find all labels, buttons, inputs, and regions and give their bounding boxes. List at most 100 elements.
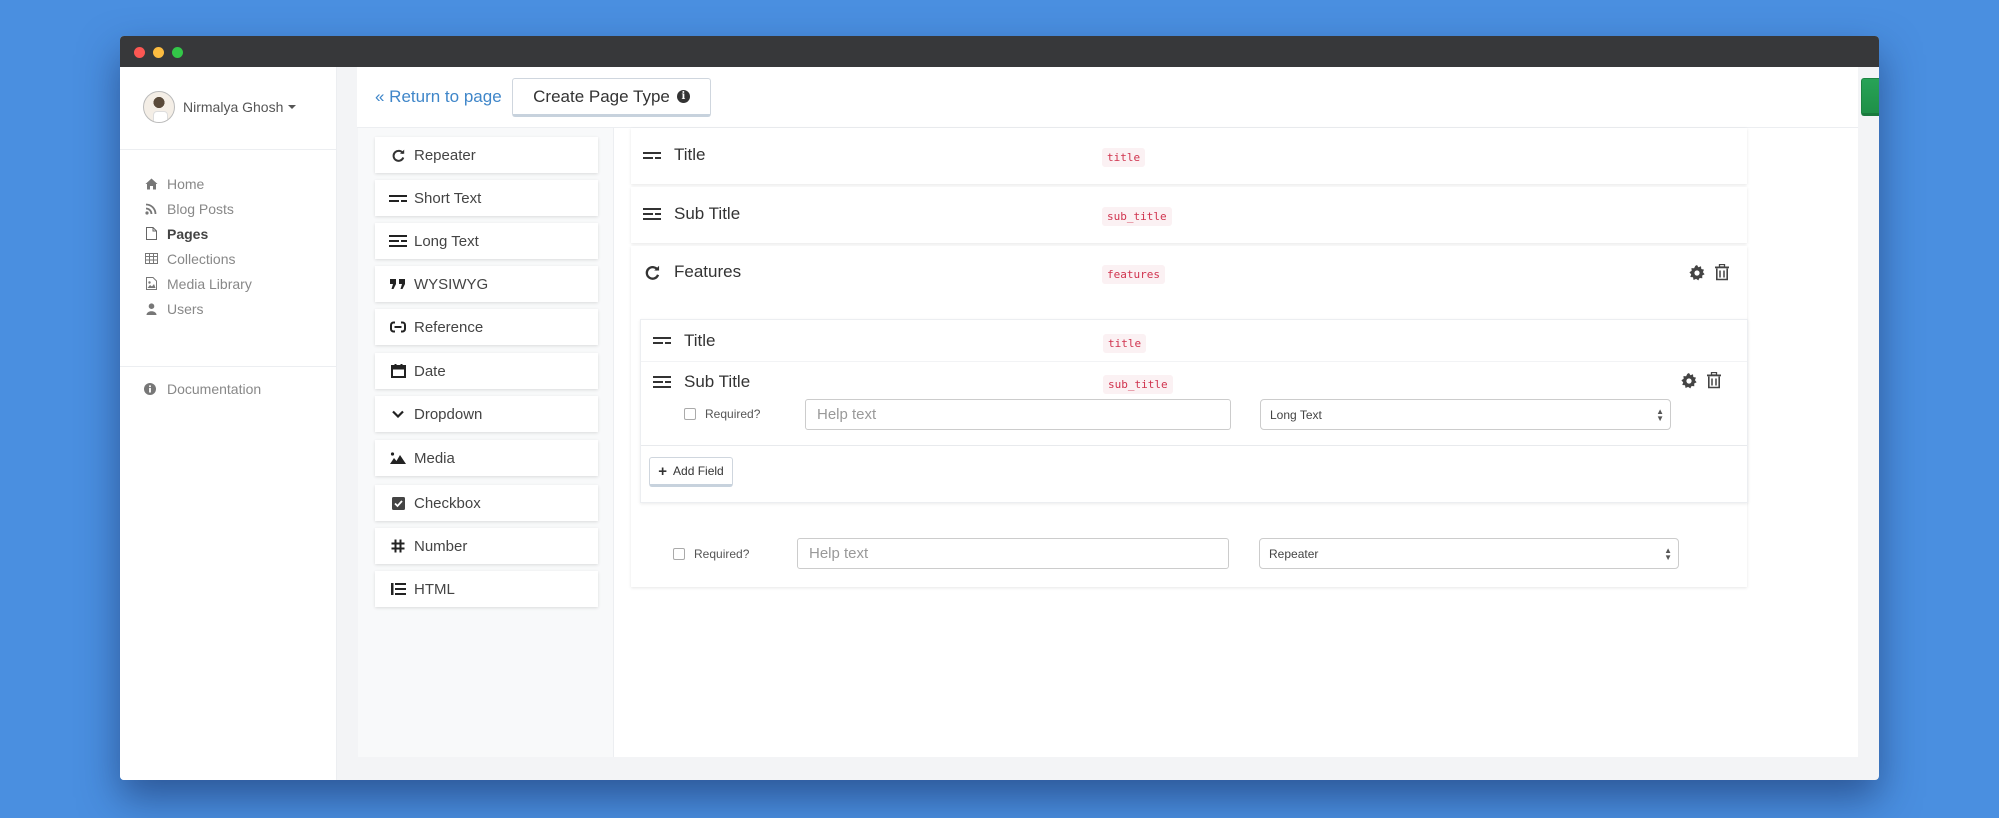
palette-item-label: Dropdown (414, 405, 483, 423)
palette-item-date[interactable]: Date (375, 353, 598, 389)
palette-item-label: Repeater (414, 146, 476, 164)
add-field-label: Add Field (673, 464, 724, 478)
select-arrows-icon: ▲ ▼ (1664, 546, 1672, 562)
required-checkbox[interactable]: Required? (673, 547, 749, 561)
sidebar-item-label: Media Library (167, 275, 252, 292)
user-menu[interactable]: Nirmalya Ghosh (143, 91, 297, 123)
table-icon (144, 252, 158, 266)
subfield-label: Title (684, 331, 716, 350)
page-header: « Return to page Create Page Type i Save (357, 67, 1879, 128)
field-label: Features (674, 262, 742, 281)
field-row[interactable]: Title title (631, 128, 1747, 184)
short-text-icon (653, 336, 671, 345)
help-text-placeholder: Help text (809, 545, 869, 562)
link-icon (389, 321, 407, 333)
subfield-row[interactable]: Title title (641, 320, 1747, 362)
repeat-icon (643, 265, 661, 280)
sidebar-item-blog-posts[interactable]: Blog Posts (144, 196, 252, 221)
chevron-down-icon (389, 410, 407, 418)
sidebar-item-collections[interactable]: Collections (144, 246, 252, 271)
save-button[interactable]: Save (1861, 78, 1879, 116)
repeat-icon (389, 149, 407, 162)
checkbox[interactable] (684, 408, 696, 420)
field-row[interactable]: Sub Title sub_title (631, 187, 1747, 243)
image-file-icon (144, 277, 158, 291)
calendar-icon (389, 364, 407, 378)
home-icon (144, 177, 158, 191)
field-type-select[interactable]: Repeater ▲ ▼ (1259, 538, 1679, 569)
close-window-button[interactable] (134, 47, 145, 58)
short-text-icon (389, 194, 407, 203)
palette-item-label: Reference (414, 318, 484, 336)
field-type-value: Repeater (1269, 546, 1319, 561)
divider (120, 149, 336, 150)
documentation-label: Documentation (167, 381, 262, 397)
minimize-window-button[interactable] (153, 47, 164, 58)
palette-item-reference[interactable]: Reference (375, 309, 598, 345)
sidebar-item-documentation[interactable]: Documentation (144, 381, 261, 397)
palette-item-checkbox[interactable]: Checkbox (375, 485, 598, 521)
repeater-subfields: Title title Sub Title sub_title Required… (640, 319, 1748, 503)
field-type-palette: Repeater Short Text Long Text WYSIWYG Re… (358, 128, 614, 757)
maximize-window-button[interactable] (172, 47, 183, 58)
palette-item-html[interactable]: HTML (375, 571, 598, 607)
help-text-placeholder: Help text (817, 406, 877, 423)
field-actions (1689, 264, 1729, 281)
palette-item-label: Checkbox (414, 494, 481, 512)
avatar (143, 91, 175, 123)
help-text-input[interactable]: Help text (805, 399, 1231, 430)
user-name: Nirmalya Ghosh (183, 99, 284, 115)
sidebar: Nirmalya Ghosh Home Blog Posts Pages Col… (120, 67, 337, 780)
trash-icon[interactable] (1707, 372, 1721, 389)
return-to-page-link[interactable]: « Return to page (375, 87, 502, 107)
list-icon (389, 583, 407, 595)
user-icon (144, 302, 158, 316)
divider (120, 366, 336, 367)
field-key-badge: sub_title (1103, 375, 1173, 394)
palette-item-label: Media (414, 449, 455, 467)
help-text-input[interactable]: Help text (797, 538, 1229, 569)
checkbox[interactable] (673, 548, 685, 560)
app-window: Nirmalya Ghosh Home Blog Posts Pages Col… (120, 36, 1879, 780)
field-label: Sub Title (674, 204, 741, 223)
trash-icon[interactable] (1715, 264, 1729, 281)
palette-item-label: Date (414, 362, 446, 380)
sidebar-item-home[interactable]: Home (144, 171, 252, 196)
palette-item-long-text[interactable]: Long Text (375, 223, 598, 259)
checkbox-icon (389, 496, 407, 510)
long-text-icon (389, 235, 407, 247)
page-type-editor: Repeater Short Text Long Text WYSIWYG Re… (358, 128, 1858, 757)
create-page-type-label: Create Page Type (533, 86, 670, 106)
palette-item-label: Long Text (414, 232, 479, 250)
title-bar (120, 36, 1879, 67)
sidebar-item-label: Home (167, 175, 205, 192)
sidebar-item-users[interactable]: Users (144, 296, 252, 321)
quote-icon (389, 279, 407, 289)
field-label: Title (674, 145, 706, 164)
required-label: Required? (705, 407, 761, 421)
required-checkbox[interactable]: Required? (684, 407, 760, 421)
palette-item-media[interactable]: Media (375, 440, 598, 476)
sidebar-item-pages[interactable]: Pages (144, 221, 252, 246)
field-type-value: Long Text (1270, 407, 1322, 422)
short-text-icon (643, 151, 661, 160)
long-text-icon (643, 208, 661, 220)
long-text-icon (653, 376, 671, 388)
field-key-badge: sub_title (1102, 207, 1172, 226)
palette-item-dropdown[interactable]: Dropdown (375, 396, 598, 432)
sidebar-item-media-library[interactable]: Media Library (144, 271, 252, 296)
info-icon: i (676, 90, 690, 103)
gear-icon[interactable] (1681, 372, 1697, 389)
sidebar-item-label: Blog Posts (167, 200, 234, 217)
palette-item-short-text[interactable]: Short Text (375, 180, 598, 216)
palette-item-repeater[interactable]: Repeater (375, 137, 598, 173)
field-key-badge: features (1102, 265, 1165, 284)
field-type-select[interactable]: Long Text ▲ ▼ (1260, 399, 1671, 430)
gear-icon[interactable] (1689, 264, 1705, 281)
subfield-actions (1681, 372, 1721, 389)
palette-item-wysiwyg[interactable]: WYSIWYG (375, 266, 598, 302)
hash-icon (389, 539, 407, 553)
create-page-type-button[interactable]: Create Page Type i (512, 78, 711, 117)
add-field-button[interactable]: + Add Field (649, 457, 733, 487)
palette-item-number[interactable]: Number (375, 528, 598, 564)
